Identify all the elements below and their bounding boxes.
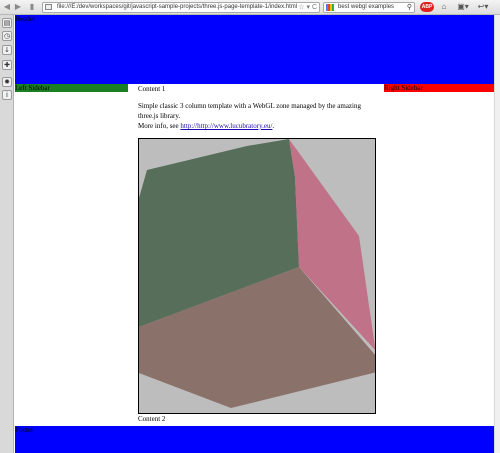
bookmark-button[interactable]: ▮ <box>27 2 37 12</box>
home-icon[interactable]: ⌂ <box>439 2 449 12</box>
url-text: file:///E:/dev/workspaces/git/javascript… <box>57 4 298 10</box>
address-bar[interactable]: file:///E:/dev/workspaces/git/javascript… <box>42 2 320 13</box>
content-description: Simple classic 3 column template with a … <box>138 101 378 131</box>
search-text: best webgl examples <box>338 4 395 10</box>
browser-toolbar: ◀ ▶ ▮ file:///E:/dev/workspaces/git/java… <box>0 0 500 15</box>
content-main: Content 1 Simple classic 3 column templa… <box>138 85 378 131</box>
web-page: Header Left Sidebar Right Sidebar Conten… <box>15 15 499 453</box>
settings-icon[interactable]: ✹ <box>2 77 12 87</box>
cube-render <box>139 139 375 408</box>
info-icon[interactable]: i <box>2 90 12 100</box>
page-favicon-icon <box>45 4 52 10</box>
search-icon[interactable]: ⚲ <box>407 3 412 12</box>
left-sidebar: Left Sidebar <box>15 84 128 92</box>
side-icon-strip: ▤ ◷ ↓ ✚ ✹ i <box>0 15 14 453</box>
right-sidebar-label: Right Sidebar <box>384 84 423 92</box>
more-info-prefix: More info, see <box>138 122 181 130</box>
adblock-button[interactable]: ABP <box>420 2 434 12</box>
reload-icon[interactable]: ☆ ▾ C <box>298 3 317 12</box>
addons-icon[interactable]: ✚ <box>2 60 12 70</box>
page-header: Header <box>15 15 499 84</box>
more-info-link[interactable]: http://http://www.lucubratory.eu/ <box>180 122 272 130</box>
left-sidebar-label: Left Sidebar <box>15 84 50 92</box>
webgl-canvas[interactable] <box>138 138 376 414</box>
page-scrollbar[interactable] <box>494 15 500 453</box>
description-text: Simple classic 3 column template with a … <box>138 102 361 120</box>
page-footer: Footer <box>15 426 499 453</box>
header-label: Header <box>15 15 36 23</box>
menu-arrow-icon[interactable]: ↩▾ <box>476 2 490 12</box>
content1-title: Content 1 <box>138 85 166 93</box>
content2-title: Content 2 <box>138 415 166 423</box>
downloads-icon[interactable]: ↓ <box>2 45 12 55</box>
footer-label: Footer <box>15 426 34 434</box>
right-sidebar: Right Sidebar <box>384 84 499 92</box>
more-info-suffix: . <box>272 122 275 130</box>
layout-menu-icon[interactable]: ▣▾ <box>456 2 470 12</box>
search-bar[interactable]: best webgl examples ⚲ <box>323 2 415 13</box>
history-icon[interactable]: ◷ <box>2 31 12 41</box>
back-button[interactable]: ◀ <box>3 2 11 12</box>
bookmarks-icon[interactable]: ▤ <box>2 18 12 28</box>
forward-button[interactable]: ▶ <box>14 2 22 12</box>
search-engine-icon[interactable] <box>326 4 334 11</box>
